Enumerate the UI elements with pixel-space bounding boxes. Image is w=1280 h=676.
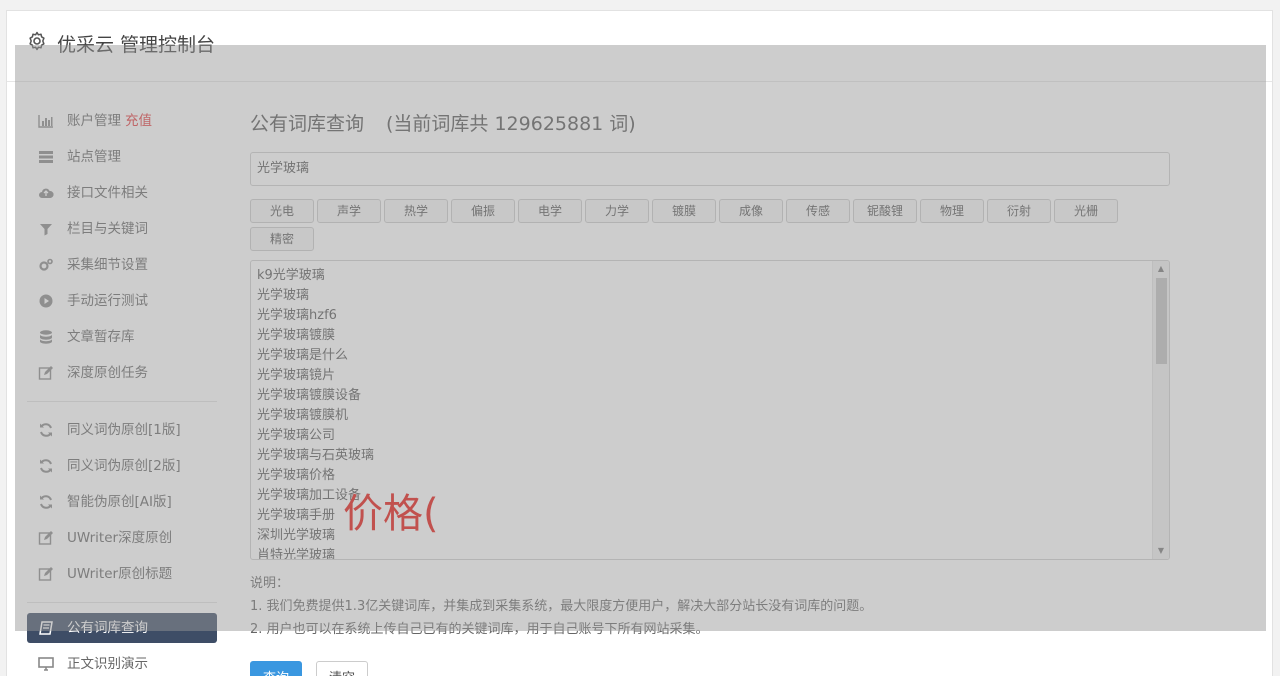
tag-button[interactable]: 声学 — [317, 199, 381, 223]
tag-button[interactable]: 偏振 — [451, 199, 515, 223]
cloud-upload-icon — [38, 185, 54, 201]
sidebar-item-label: UWriter深度原创 — [67, 530, 173, 546]
gears-icon — [38, 257, 54, 273]
tag-button[interactable]: 铌酸锂 — [853, 199, 917, 223]
server-icon — [38, 149, 54, 165]
results-scrollbar[interactable]: ▲ ▼ — [1152, 261, 1169, 559]
action-buttons: 查询 清空 — [250, 661, 1170, 676]
recharge-link[interactable]: 充值 — [125, 113, 152, 129]
list-item: k9光学玻璃 — [257, 268, 325, 283]
edit-icon — [38, 530, 54, 546]
gear-icon — [27, 31, 47, 51]
list-item: 光学玻璃hzf6 — [257, 308, 337, 323]
sidebar-item-sites[interactable]: 站点管理 — [27, 139, 217, 175]
refresh-icon — [38, 494, 54, 510]
tag-button[interactable]: 成像 — [719, 199, 783, 223]
sidebar-item-label: 同义词伪原创[2版] — [67, 458, 181, 474]
scroll-up-arrow-icon[interactable]: ▲ — [1153, 261, 1169, 277]
list-item: 光学玻璃公司 — [257, 428, 336, 443]
lexicon-count: (当前词库共 129625881 词) — [386, 113, 636, 135]
tag-button[interactable]: 力学 — [585, 199, 649, 223]
list-item: 光学玻璃镀膜设备 — [257, 388, 362, 403]
refresh-icon — [38, 422, 54, 438]
app-title: 优采云 管理控制台 — [57, 34, 216, 56]
sidebar-item-public-lexicon[interactable]: 公有词库查询 — [27, 613, 217, 643]
sidebar-item-columns[interactable]: 栏目与关键词 — [27, 211, 217, 247]
sidebar-item-label: 手动运行测试 — [67, 293, 148, 309]
sidebar-item-deep-original[interactable]: 深度原创任务 — [27, 355, 217, 391]
desktop-icon — [38, 656, 54, 672]
overlay-caption: 价格( — [343, 491, 439, 537]
notes-heading: 说明： — [250, 576, 290, 591]
sidebar-item-uwriter-deep[interactable]: UWriter深度原创 — [27, 520, 217, 556]
list-item: 光学玻璃是什么 — [257, 348, 349, 363]
sidebar-item-manual-run[interactable]: 手动运行测试 — [27, 283, 217, 319]
sidebar-item-interface[interactable]: 接口文件相关 — [27, 175, 217, 211]
scroll-down-arrow-icon[interactable]: ▼ — [1153, 543, 1169, 559]
tag-button[interactable]: 镀膜 — [652, 199, 716, 223]
sidebar-item-account[interactable]: 账户管理 充值 — [27, 103, 217, 139]
sidebar-item-article-store[interactable]: 文章暂存库 — [27, 319, 217, 355]
sidebar-item-label: 文章暂存库 — [67, 329, 135, 345]
sidebar-divider — [27, 602, 217, 603]
sidebar-item-label: 采集细节设置 — [67, 257, 148, 273]
list-item: 光学玻璃 — [257, 288, 310, 303]
sidebar-divider — [27, 401, 217, 402]
list-item: 光学玻璃与石英玻璃 — [257, 448, 375, 463]
notes-line: 2. 用户也可以在系统上传自己已有的关键词库，用于自己账号下所有网站采集。 — [250, 622, 709, 637]
tag-button[interactable]: 传感 — [786, 199, 850, 223]
list-item: 肖特光学玻璃 — [257, 548, 336, 560]
query-button[interactable]: 查询 — [250, 661, 303, 676]
clear-button[interactable]: 清空 — [316, 661, 369, 676]
tag-button[interactable]: 电学 — [518, 199, 582, 223]
keyword-search-input[interactable]: 光学玻璃 — [250, 152, 1170, 186]
sidebar: 账户管理 充值 站点管理 接口文件相关 栏目与关键词 采集细节设置 手动运行测试 … — [27, 103, 217, 676]
category-tags: 光电 声学 热学 偏振 电学 力学 镀膜 成像 传感 铌酸锂 物理 衍射 光栅 … — [250, 199, 1170, 255]
database-icon — [38, 329, 54, 345]
tag-button[interactable]: 光栅 — [1054, 199, 1118, 223]
sidebar-item-label: 账户管理 — [67, 113, 121, 129]
sidebar-item-label: 同义词伪原创[1版] — [67, 422, 181, 438]
sidebar-item-label: UWriter原创标题 — [67, 566, 173, 582]
sidebar-item-synonym-v1[interactable]: 同义词伪原创[1版] — [27, 412, 217, 448]
tag-button[interactable]: 光电 — [250, 199, 314, 223]
refresh-icon — [38, 458, 54, 474]
sidebar-item-label: 栏目与关键词 — [67, 221, 148, 237]
edit-icon — [38, 365, 54, 381]
page-title: 公有词库查询 (当前词库共 129625881 词) — [250, 103, 1170, 145]
play-circle-icon — [38, 293, 54, 309]
sidebar-item-label: 站点管理 — [67, 149, 121, 165]
sidebar-item-ai-rewrite[interactable]: 智能伪原创[AI版] — [27, 484, 217, 520]
sidebar-item-label: 接口文件相关 — [67, 185, 148, 201]
sidebar-item-label: 正文识别演示 — [67, 656, 148, 672]
sidebar-item-uwriter-title[interactable]: UWriter原创标题 — [27, 556, 217, 592]
bar-chart-icon — [38, 113, 54, 129]
results-textarea[interactable]: k9光学玻璃 光学玻璃 光学玻璃hzf6 光学玻璃镀膜 光学玻璃是什么 光学玻璃… — [250, 260, 1170, 560]
tag-button[interactable]: 衍射 — [987, 199, 1051, 223]
sidebar-item-text-recognition[interactable]: 正文识别演示 — [27, 646, 217, 676]
sidebar-item-collect-settings[interactable]: 采集细节设置 — [27, 247, 217, 283]
list-item: 光学玻璃镀膜机 — [257, 408, 349, 423]
tag-button[interactable]: 精密 — [250, 227, 314, 251]
edit-icon — [38, 566, 54, 582]
page-title-text: 公有词库查询 — [250, 113, 365, 135]
sidebar-item-label: 深度原创任务 — [67, 365, 148, 381]
scrollbar-thumb[interactable] — [1156, 278, 1167, 364]
tag-button[interactable]: 热学 — [384, 199, 448, 223]
notes: 说明： 1. 我们免费提供1.3亿关键词库，并集成到采集系统，最大限度方便用户，… — [250, 572, 1170, 641]
sidebar-item-label: 智能伪原创[AI版] — [67, 494, 172, 510]
header: 优采云 管理控制台 — [7, 11, 1272, 82]
tag-button[interactable]: 物理 — [920, 199, 984, 223]
book-icon — [38, 620, 54, 636]
sidebar-item-synonym-v2[interactable]: 同义词伪原创[2版] — [27, 448, 217, 484]
sidebar-item-label: 公有词库查询 — [67, 620, 148, 636]
console-panel: 优采云 管理控制台 账户管理 充值 站点管理 接口文件相关 栏目与关键词 采集细节… — [6, 10, 1273, 676]
filter-icon — [38, 221, 54, 237]
list-item: 光学玻璃镀膜 — [257, 328, 336, 343]
main-content: 公有词库查询 (当前词库共 129625881 词) 光学玻璃 光电 声学 热学 … — [250, 103, 1170, 676]
notes-line: 1. 我们免费提供1.3亿关键词库，并集成到采集系统，最大限度方便用户，解决大部… — [250, 599, 873, 614]
list-item: 光学玻璃镜片 — [257, 368, 336, 383]
